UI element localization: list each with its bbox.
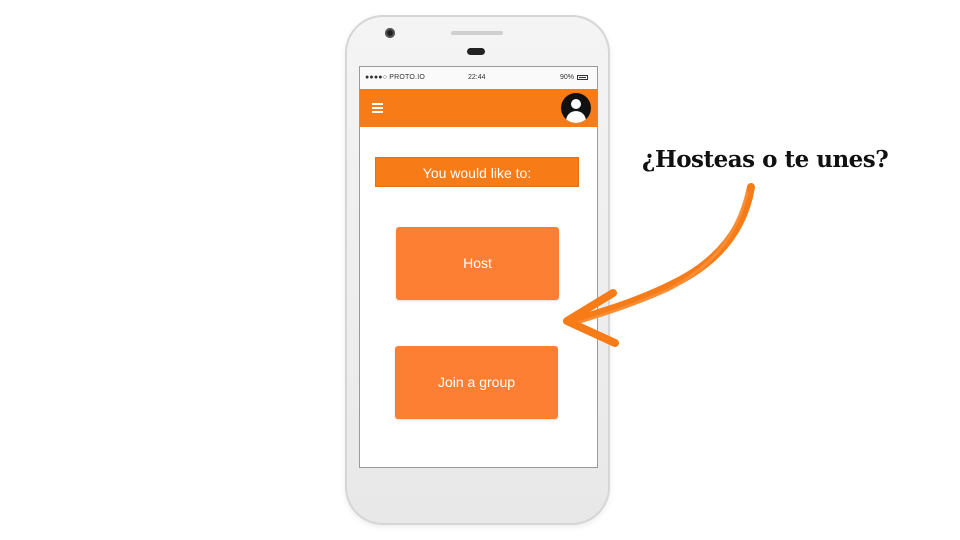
prompt-heading: You would like to: xyxy=(375,157,579,187)
annotation-arrow-icon xyxy=(563,183,755,347)
join-group-button[interactable]: Join a group xyxy=(395,346,558,419)
earpiece xyxy=(467,48,485,55)
battery-icon xyxy=(577,75,588,80)
user-avatar-icon[interactable] xyxy=(561,93,591,123)
speaker-grille xyxy=(451,31,503,35)
app-bar xyxy=(360,89,597,127)
host-button[interactable]: Host xyxy=(396,227,559,300)
battery-level: 90% xyxy=(560,74,575,81)
status-bar: ●●●●○ PROTO.IO 22:44 90% xyxy=(360,67,597,89)
front-camera xyxy=(385,28,395,38)
hamburger-menu-icon[interactable] xyxy=(372,103,383,113)
status-time: 22:44 xyxy=(468,74,486,81)
carrier-signal: ●●●●○ PROTO.IO xyxy=(365,74,425,81)
annotation-caption: ¿Hosteas o te unes? xyxy=(642,146,889,173)
